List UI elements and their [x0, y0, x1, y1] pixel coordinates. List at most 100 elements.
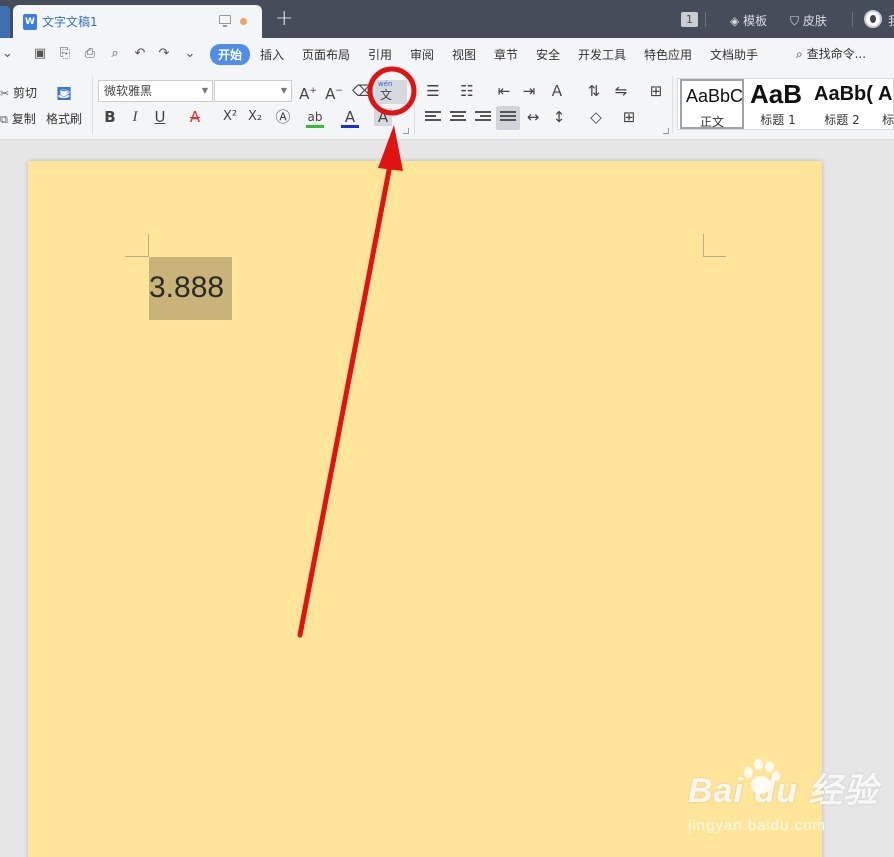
chinese-layout-icon[interactable]: Ａ: [548, 82, 566, 100]
font-name-select[interactable]: 微软雅黑 ▼: [98, 80, 213, 102]
decrease-indent-icon[interactable]: ⇤: [495, 82, 513, 100]
chevron-down-icon[interactable]: ⌄: [2, 46, 13, 62]
document-tab-title: 文字文稿1: [42, 15, 98, 29]
app-menu-edge[interactable]: [0, 6, 10, 38]
scissors-icon: ✂: [0, 87, 10, 100]
italic-button[interactable]: I: [126, 108, 144, 126]
baidu-jingyan-watermark: Bai du 经验 jingyan.baidu.com: [688, 763, 879, 834]
command-search[interactable]: ⌕ 查找命令...: [796, 45, 866, 62]
sort-icon[interactable]: ⇅: [585, 82, 603, 100]
tab-view[interactable]: 视图: [452, 46, 476, 63]
margin-corner-mark: [703, 234, 704, 257]
tab-home[interactable]: 开始: [210, 44, 251, 65]
superscript-button[interactable]: X²: [219, 108, 241, 126]
document-page[interactable]: 3.888: [28, 161, 822, 857]
font-size-select[interactable]: ▼: [214, 80, 292, 102]
align-right-icon[interactable]: [475, 111, 491, 125]
margin-corner-mark: [703, 256, 726, 257]
grow-font-icon[interactable]: A+: [299, 82, 317, 103]
show-marks-icon[interactable]: ⇋: [612, 82, 630, 100]
font-dialog-launcher[interactable]: [403, 128, 409, 134]
monitor-icon[interactable]: [219, 15, 231, 27]
document-area[interactable]: 3.888: [0, 141, 894, 857]
print-preview-icon[interactable]: ⌕: [107, 46, 123, 62]
document-text[interactable]: 3.888: [149, 271, 224, 305]
paint-brush-icon: ⛾: [55, 81, 73, 105]
print-icon[interactable]: ⎙: [82, 46, 98, 62]
style-label: 正文: [699, 115, 724, 129]
clear-format-eraser-icon[interactable]: ⌫: [352, 82, 373, 100]
character-shading-icon[interactable]: A: [374, 108, 392, 126]
command-search-label: 查找命令...: [806, 47, 867, 61]
align-center-icon[interactable]: [450, 111, 466, 125]
tab-doc-assistant[interactable]: 文档助手: [710, 46, 758, 63]
title-bar: W 文字文稿1 + 1 ◈ 模板 ⛉ 皮肤 我: [0, 0, 894, 38]
font-color-icon[interactable]: A: [341, 108, 359, 128]
margin-corner-mark: [125, 256, 149, 257]
style-normal[interactable]: AaBbCcDd 正文: [680, 79, 744, 129]
user-avatar[interactable]: [864, 10, 882, 28]
text-effect-icon[interactable]: Ⓐ: [274, 108, 292, 126]
highlight-icon[interactable]: ab: [306, 108, 324, 128]
style-preview: AaBb(: [814, 83, 873, 105]
tab-references[interactable]: 引用: [368, 46, 392, 63]
unsaved-dot-icon[interactable]: [240, 18, 247, 25]
underline-button[interactable]: U: [151, 108, 169, 126]
customize-toolbar-icon[interactable]: ⌄: [182, 46, 198, 62]
document-tab[interactable]: W 文字文稿1: [13, 5, 262, 38]
subscript-button[interactable]: X₂: [244, 108, 266, 126]
align-left-icon[interactable]: [425, 111, 441, 125]
tab-chapter[interactable]: 章节: [494, 46, 518, 63]
borders-icon[interactable]: ⊞: [620, 108, 638, 126]
style-heading-1[interactable]: AaB 标题 1: [746, 79, 810, 129]
copy-button[interactable]: ⧉ 复制: [0, 110, 36, 127]
undo-icon[interactable]: ↶: [132, 46, 148, 62]
style-heading-2[interactable]: AaBb( 标题 2: [810, 79, 874, 129]
margin-corner-mark: [148, 234, 149, 257]
table-border-icon[interactable]: ⊞: [647, 82, 665, 100]
bold-button[interactable]: B: [101, 108, 119, 126]
skin-button[interactable]: ⛉ 皮肤: [790, 12, 827, 29]
style-label: 标: [882, 113, 894, 127]
tab-page-layout[interactable]: 页面布局: [302, 46, 350, 63]
tab-security[interactable]: 安全: [536, 46, 560, 63]
tab-special-apps[interactable]: 特色应用: [644, 46, 692, 63]
selected-text-block[interactable]: 3.888: [149, 257, 232, 320]
justify-button[interactable]: [496, 106, 520, 130]
skin-shirt-icon: ⛉: [790, 14, 800, 28]
style-preview: A: [878, 83, 893, 105]
save-icon[interactable]: ▣: [32, 46, 48, 62]
export-pdf-icon[interactable]: ⎘: [57, 46, 73, 62]
line-spacing-icon[interactable]: ↕: [550, 108, 568, 126]
strikethrough-button[interactable]: A: [186, 108, 204, 126]
baidu-paw-icon: [738, 757, 782, 797]
tab-review[interactable]: 审阅: [410, 46, 434, 63]
group-separator: [92, 76, 93, 134]
watermark-main-text: Bai du 经验: [688, 772, 879, 810]
increase-indent-icon[interactable]: ⇥: [520, 82, 538, 100]
tab-developer[interactable]: 开发工具: [578, 46, 626, 63]
style-heading-3[interactable]: A 标: [874, 79, 894, 129]
copy-label: 复制: [11, 112, 36, 126]
paragraph-shading-icon[interactable]: ◇: [587, 108, 605, 126]
style-label: 标题 2: [824, 113, 860, 127]
tab-insert[interactable]: 插入: [260, 46, 284, 63]
phonetic-guide-button[interactable]: wén 文: [375, 80, 407, 104]
shrink-font-icon[interactable]: A−: [325, 82, 343, 103]
window-count-badge[interactable]: 1: [681, 12, 698, 27]
format-painter-button[interactable]: ⛾ 格式刷: [46, 82, 82, 127]
cut-button[interactable]: ✂ 剪切: [0, 84, 37, 101]
cut-label: 剪切: [13, 86, 38, 100]
menu-row: ⌄ ▣ ⎘ ⎙ ⌕ ↶ ↷ ⌄ 开始 插入 页面布局 引用 审阅 视图 章节 安…: [0, 38, 894, 70]
user-name[interactable]: 我: [888, 12, 894, 29]
group-separator: [414, 76, 415, 134]
distributed-align-icon[interactable]: ↔: [524, 108, 542, 126]
new-tab-button[interactable]: +: [275, 6, 293, 31]
skin-label: 皮肤: [802, 14, 827, 28]
template-button[interactable]: ◈ 模板: [730, 12, 767, 29]
numbered-list-icon[interactable]: ☷: [458, 82, 476, 100]
bullet-list-icon[interactable]: ☰: [424, 82, 442, 100]
template-icon: ◈: [730, 14, 740, 28]
redo-icon[interactable]: ↷: [156, 46, 172, 62]
paragraph-dialog-launcher[interactable]: [663, 128, 669, 134]
